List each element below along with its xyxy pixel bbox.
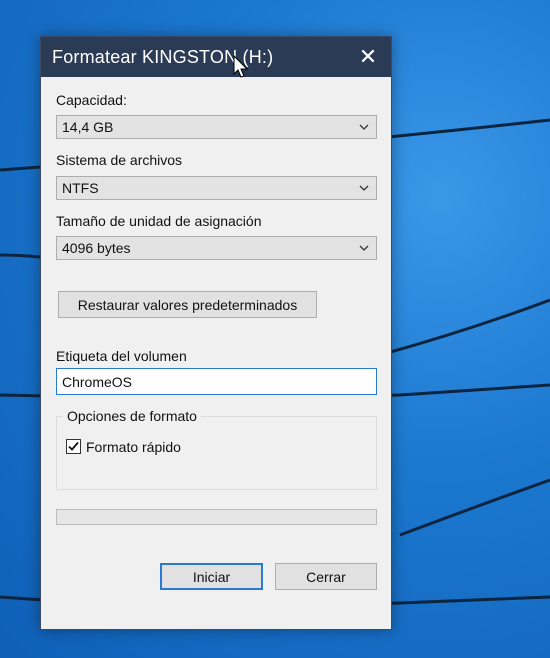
volume-label-value: ChromeOS (62, 374, 133, 390)
format-options-title: Opciones de formato (63, 408, 201, 424)
chevron-down-icon (359, 185, 369, 191)
restore-defaults-button[interactable]: Restaurar valores predeterminados (58, 291, 317, 318)
allocation-label: Tamaño de unidad de asignación (56, 213, 262, 229)
volume-label-input[interactable]: ChromeOS (56, 368, 377, 395)
start-button[interactable]: Iniciar (160, 563, 263, 590)
allocation-value: 4096 bytes (62, 240, 131, 256)
format-progress-bar (56, 509, 377, 525)
quick-format-label[interactable]: Formato rápido (86, 439, 181, 455)
chevron-down-icon (359, 245, 369, 251)
volume-label-label: Etiqueta del volumen (56, 348, 187, 364)
capacity-select[interactable]: 14,4 GB (56, 115, 377, 139)
allocation-select[interactable]: 4096 bytes (56, 236, 377, 260)
mouse-cursor-icon (233, 55, 249, 78)
close-button[interactable]: Cerrar (275, 563, 377, 590)
filesystem-value: NTFS (62, 180, 99, 196)
filesystem-label: Sistema de archivos (56, 152, 183, 168)
capacity-value: 14,4 GB (62, 119, 114, 135)
chevron-down-icon (359, 124, 369, 130)
quick-format-checkbox[interactable] (66, 439, 81, 454)
title-bar[interactable]: Formatear KINGSTON (H:) ✕ (41, 37, 391, 77)
capacity-label: Capacidad: (56, 92, 127, 108)
format-dialog: Formatear KINGSTON (H:) ✕ Capacidad: 14,… (40, 36, 392, 630)
filesystem-select[interactable]: NTFS (56, 176, 377, 200)
close-icon[interactable]: ✕ (345, 37, 391, 77)
checkmark-icon (68, 441, 79, 451)
